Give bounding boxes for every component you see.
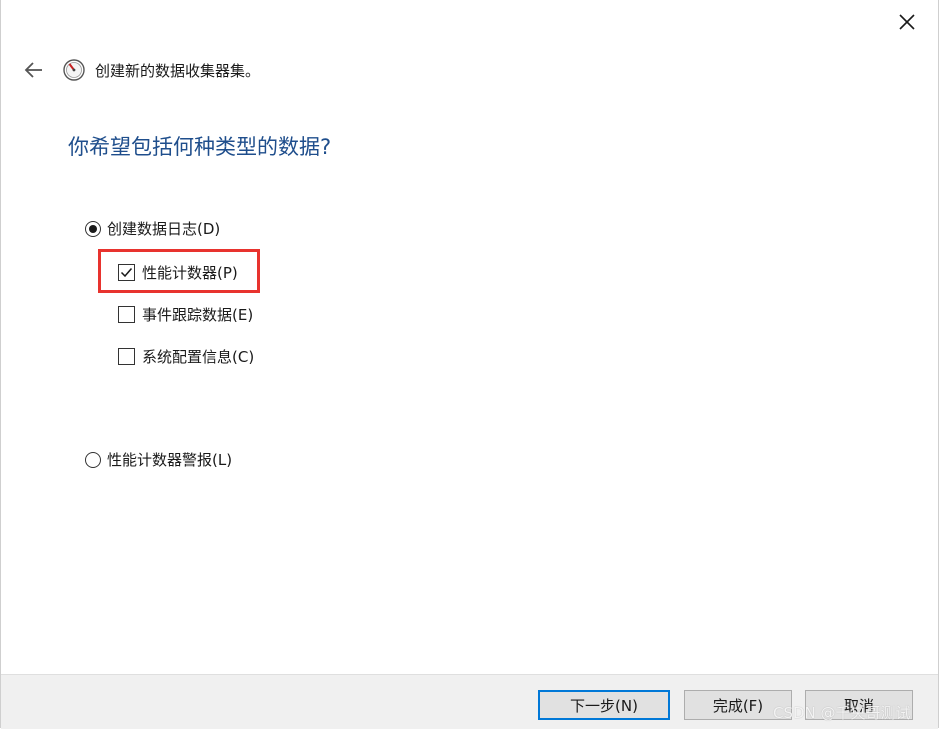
next-button-label: 下一步(N) <box>570 696 638 715</box>
checkbox-unchecked[interactable] <box>118 348 135 365</box>
checkbox-system-config[interactable]: 系统配置信息(C) <box>118 346 254 367</box>
radio-dot <box>89 224 97 233</box>
wizard-window: 创建新的数据收集器集。 你希望包括何种类型的数据? 创建数据日志(D) 性能计数… <box>0 0 939 729</box>
cancel-button-label: 取消 <box>843 696 874 715</box>
back-arrow-icon <box>24 62 42 78</box>
page-question: 你希望包括何种类型的数据? <box>68 135 332 159</box>
cancel-button[interactable]: 取消 <box>805 690 913 720</box>
radio-performance-counter-alert[interactable]: 性能计数器警报(L) <box>85 449 232 470</box>
performance-monitor-icon <box>63 59 85 81</box>
radio-create-data-log-label: 创建数据日志(D) <box>107 220 221 238</box>
back-button[interactable] <box>19 56 49 84</box>
radio-create-data-log[interactable]: 创建数据日志(D) <box>85 218 220 239</box>
checkbox-event-trace-label: 事件跟踪数据(E) <box>142 306 254 324</box>
next-button[interactable]: 下一步(N) <box>538 690 670 720</box>
finish-button-label: 完成(F) <box>712 696 764 715</box>
radio-performance-counter-alert-label: 性能计数器警报(L) <box>107 451 233 469</box>
wizard-footer <box>1 674 938 729</box>
finish-button[interactable]: 完成(F) <box>684 690 792 720</box>
wizard-title: 创建新的数据收集器集。 <box>95 61 261 80</box>
radio-button-selected[interactable] <box>85 220 101 237</box>
radio-button-unselected[interactable] <box>85 451 101 468</box>
wizard-header: 创建新的数据收集器集。 <box>19 56 260 84</box>
checkbox-system-config-label: 系统配置信息(C) <box>142 348 255 366</box>
close-button[interactable] <box>885 4 929 40</box>
checkbox-unchecked[interactable] <box>118 306 135 323</box>
close-icon <box>899 14 915 30</box>
checkbox-event-trace[interactable]: 事件跟踪数据(E) <box>118 304 253 325</box>
highlight-annotation-box <box>98 249 260 293</box>
